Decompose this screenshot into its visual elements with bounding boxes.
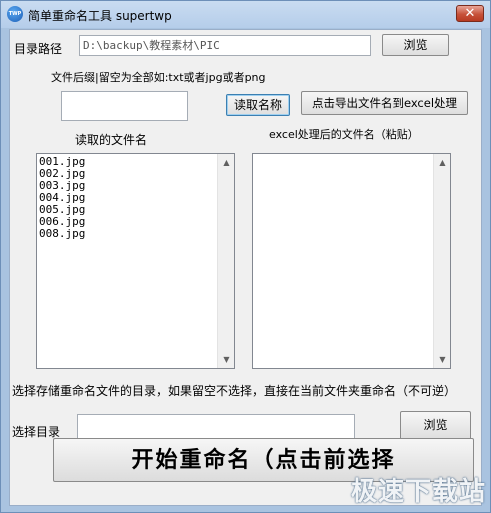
main-panel: 目录路径 D:\backup\教程素材\PIC 浏览 文件后缀|留空为全部如:t… (9, 29, 482, 506)
app-window: TWP 简单重命名工具 supertwp ✕ 目录路径 D:\backup\教程… (0, 0, 491, 513)
app-logo-icon: TWP (7, 6, 23, 22)
scroll-up-arrow-icon[interactable]: ▲ (218, 154, 235, 171)
suffix-hint: 文件后缀|留空为全部如:txt或者jpg或者png (51, 71, 266, 84)
left-list-scrollbar[interactable]: ▲ ▼ (217, 154, 234, 368)
read-names-button[interactable]: 读取名称 (226, 94, 290, 116)
output-browse-button[interactable]: 浏览 (400, 411, 471, 440)
scroll-down-arrow-icon[interactable]: ▼ (434, 351, 451, 368)
dir-path-field[interactable]: D:\backup\教程素材\PIC (79, 35, 371, 56)
read-filenames-list[interactable]: 001.jpg 002.jpg 003.jpg 004.jpg 005.jpg 006.j… (36, 153, 235, 369)
left-list-title: 读取的文件名 (75, 133, 148, 147)
suffix-input[interactable] (61, 91, 188, 121)
window-title: 简单重命名工具 supertwp (28, 9, 172, 23)
read-filenames-items: 001.jpg 002.jpg 003.jpg 004.jpg 005.jpg 006.j… (39, 156, 85, 240)
right-list-title: excel处理后的文件名（粘贴） (269, 128, 419, 141)
dir-label: 目录路径 (14, 42, 63, 56)
list-item[interactable]: 008.jpg (39, 228, 85, 240)
scroll-down-arrow-icon[interactable]: ▼ (218, 351, 235, 368)
watermark-logo: 极速下载站 (350, 477, 486, 507)
title-bar[interactable]: TWP 简单重命名工具 supertwp ✕ (1, 1, 490, 28)
close-button[interactable]: ✕ (456, 5, 484, 22)
output-hint: 选择存储重命名文件的目录，如果留空不选择，直接在当前文件夹重命名（不可逆） (12, 384, 457, 398)
dir-browse-button[interactable]: 浏览 (382, 34, 449, 56)
scroll-up-arrow-icon[interactable]: ▲ (434, 154, 451, 171)
export-excel-button[interactable]: 点击导出文件名到excel处理 (301, 91, 468, 115)
right-list-scrollbar[interactable]: ▲ ▼ (433, 154, 450, 368)
processed-filenames-list[interactable]: ▲ ▼ (252, 153, 451, 369)
